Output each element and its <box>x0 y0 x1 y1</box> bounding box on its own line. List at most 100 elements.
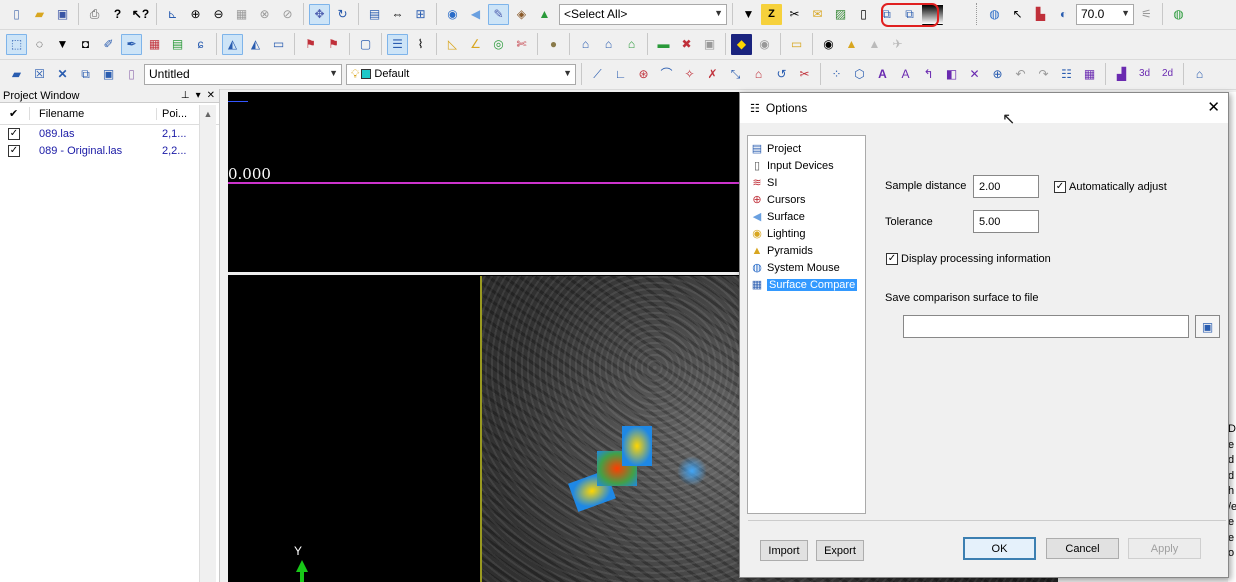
fit-icon[interactable]: ⇔ <box>387 4 408 25</box>
zoom-select[interactable]: 70.0 ▼ <box>1076 3 1134 25</box>
tree-item-lighting[interactable]: ◉ Lighting <box>748 225 865 242</box>
close-icon[interactable]: ✕ <box>207 90 215 101</box>
import-button[interactable]: Import <box>760 540 808 561</box>
house-2-icon[interactable]: ⌂ <box>598 34 619 55</box>
auto-adjust-checkbox[interactable]: ✓ <box>1054 181 1066 193</box>
apply-button[interactable]: Apply <box>1128 538 1201 559</box>
point-tool-icon[interactable]: ⊛ <box>633 64 654 85</box>
page-icon[interactable]: ▯ <box>121 64 142 85</box>
text-a2-icon[interactable]: A <box>895 64 916 85</box>
globe-icon[interactable]: ◍ <box>984 4 1005 25</box>
zoom-in-icon[interactable]: ⊕ <box>185 4 206 25</box>
file-checkbox[interactable]: ✓ <box>8 127 20 140</box>
tolerance-input[interactable]: 5.00 <box>973 210 1039 233</box>
2d-icon[interactable]: 2d <box>1157 64 1178 85</box>
terrain-view-2-icon[interactable]: ◭ <box>245 34 266 55</box>
zoom-prev-icon[interactable]: ⊘ <box>277 4 298 25</box>
flag-2-icon[interactable]: ⚑ <box>323 34 344 55</box>
add-node-icon[interactable]: ⊕ <box>987 64 1008 85</box>
graph-icon[interactable]: ⌇ <box>410 34 431 55</box>
arc-tool-icon[interactable]: ⌒ <box>656 64 677 85</box>
corner-tool-icon[interactable]: ∟ <box>610 64 631 85</box>
auto-adjust-option[interactable]: ✓ Automatically adjust <box>1054 181 1167 193</box>
export-button[interactable]: Export <box>816 540 864 561</box>
open-folder-icon[interactable]: ▰ <box>29 4 50 25</box>
copy-icon[interactable]: ⧉ <box>75 64 96 85</box>
polygon-icon[interactable]: ⬡ <box>849 64 870 85</box>
terrain-frame-icon[interactable]: ▭ <box>268 34 289 55</box>
lock-icon[interactable]: ▣ <box>699 34 720 55</box>
open-project-icon[interactable]: ▰ <box>6 64 27 85</box>
tree-item-surface-compare[interactable]: ▦ Surface Compare <box>748 276 865 293</box>
file-row[interactable]: ✓ 089 - Original.las 2,2... <box>0 142 219 159</box>
terrain-icon[interactable]: ▲ <box>534 4 555 25</box>
ruler-icon[interactable]: ◺ <box>442 34 463 55</box>
rotate-icon[interactable]: ↻ <box>332 4 353 25</box>
pyramid-tool-icon[interactable]: ▲ <box>841 34 862 55</box>
envelope-icon[interactable]: ✉ <box>807 4 828 25</box>
tree-item-surface[interactable]: ◀ Surface <box>748 208 865 225</box>
draw-icon[interactable]: ✎ <box>488 3 509 25</box>
new-file-icon[interactable]: ▯ <box>6 4 27 25</box>
tree-item-si[interactable]: ≋ SI <box>748 174 865 191</box>
ball-icon[interactable]: ● <box>543 34 564 55</box>
delete-point-icon[interactable]: ✗ <box>702 64 723 85</box>
ok-button[interactable]: OK <box>963 537 1036 560</box>
house-icon[interactable]: ⌂ <box>575 34 596 55</box>
zoom-out-icon[interactable]: ⊖ <box>208 4 229 25</box>
cursor-select-icon[interactable]: ↖ <box>1007 4 1028 25</box>
cancel-button[interactable]: Cancel <box>1046 538 1119 559</box>
refresh-globe-icon[interactable]: ◍ <box>1168 4 1189 25</box>
disc-icon[interactable]: ◉ <box>754 34 775 55</box>
loop-icon[interactable]: ↺ <box>771 64 792 85</box>
project-select[interactable]: Untitled ▼ <box>144 63 342 85</box>
redo-icon[interactable]: ↷ <box>1033 64 1054 85</box>
window-icon[interactable]: ▤ <box>364 4 385 25</box>
tree-item-project[interactable]: ▤ Project <box>748 140 865 157</box>
style-select[interactable]: 💡︎ Default ▼ <box>346 63 576 85</box>
sample-distance-input[interactable]: 2.00 <box>973 175 1039 198</box>
save-path-input[interactable] <box>903 315 1189 338</box>
node-icon[interactable]: ◧ <box>941 64 962 85</box>
close-box-icon[interactable]: ☒ <box>29 64 50 85</box>
flag-icon[interactable]: ⚑ <box>300 34 321 55</box>
close-icon[interactable]: ✕ <box>52 64 73 85</box>
grid-edit-icon[interactable]: ▦ <box>1079 64 1100 85</box>
measure-icon[interactable]: ▭ <box>786 34 807 55</box>
zoom-extent-icon[interactable]: ▦ <box>231 4 252 25</box>
save-disk-icon[interactable]: ▣ <box>1195 315 1220 338</box>
scroll-up-icon[interactable]: ▲ <box>200 105 216 122</box>
color-grid-icon[interactable]: ▦ <box>144 34 165 55</box>
scissor-icon[interactable]: ✄ <box>511 34 532 55</box>
house-3-icon[interactable]: ⌂ <box>621 34 642 55</box>
triangle-icon[interactable]: ◀ <box>465 4 486 25</box>
chart-edit-icon[interactable]: ▟ <box>1111 64 1132 85</box>
map-icon[interactable]: ▤ <box>167 34 188 55</box>
grad-cap-icon[interactable]: ▼ <box>738 4 759 25</box>
satellite-icon[interactable]: ⚟ <box>1136 4 1157 25</box>
save-project-icon[interactable]: ▣ <box>98 64 119 85</box>
file-row[interactable]: ✓ 089.las 2,1... <box>0 125 219 142</box>
circle-tool-icon[interactable]: ◎ <box>488 34 509 55</box>
pin-icon[interactable]: ⊥ <box>181 90 190 101</box>
context-help-icon[interactable]: ↖? <box>130 4 151 25</box>
column-header-filename[interactable]: Filename <box>30 107 157 120</box>
pyramid-tool-2-icon[interactable]: ▲ <box>864 34 885 55</box>
terrain-view-icon[interactable]: ◭ <box>222 33 243 55</box>
display-processing-option[interactable]: ✓ Display processing information <box>886 253 1051 265</box>
line-tool-icon[interactable]: ⟋ <box>587 64 608 85</box>
menu-down-icon[interactable]: ▾ <box>196 90 201 101</box>
panel-icon[interactable]: ▬ <box>653 34 674 55</box>
file-name[interactable]: 089.las <box>30 128 157 140</box>
tree-item-pyramids[interactable]: ▲ Pyramids <box>748 242 865 259</box>
table-icon[interactable]: ☷ <box>1056 64 1077 85</box>
list-icon[interactable]: ☰ <box>387 33 408 55</box>
tree-item-cursors[interactable]: ⊕ Cursors <box>748 191 865 208</box>
swirl-icon[interactable]: ɕ <box>190 34 211 55</box>
tree-item-input-devices[interactable]: ▯ Input Devices <box>748 157 865 174</box>
angle-icon[interactable]: ∠ <box>465 34 486 55</box>
save-icon[interactable]: ▣ <box>52 4 73 25</box>
lasso-icon[interactable]: ◌ <box>29 34 50 55</box>
delete-node-icon[interactable]: ✕ <box>964 64 985 85</box>
move-point-icon[interactable]: ✧ <box>679 64 700 85</box>
